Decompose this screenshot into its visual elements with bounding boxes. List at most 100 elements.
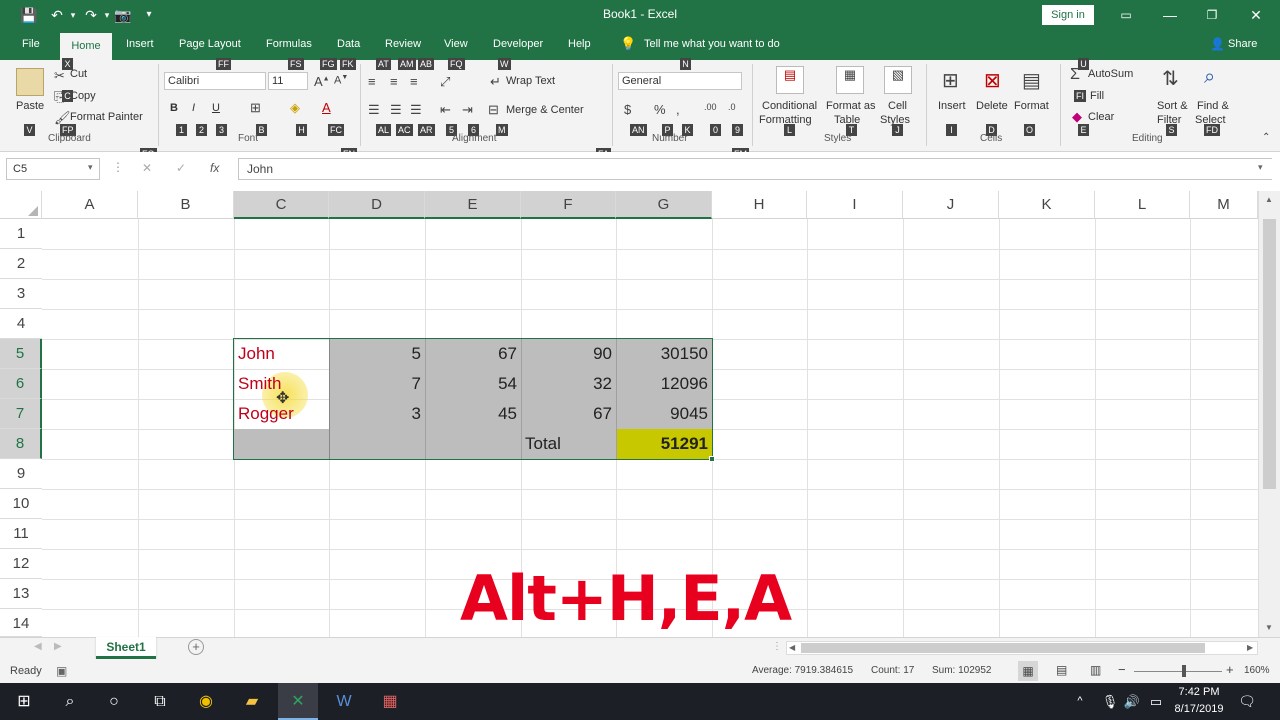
sort-filter-icon[interactable]: ⇅ — [1162, 66, 1179, 91]
fill-button[interactable]: Fill — [1090, 90, 1104, 102]
cell-e7[interactable]: 45 — [425, 399, 521, 429]
decrease-decimal-icon[interactable]: .0 — [728, 102, 736, 112]
cell-e6[interactable]: 54 — [425, 369, 521, 399]
bold-button[interactable]: B — [170, 102, 178, 114]
zoom-out-icon[interactable]: − — [1118, 662, 1126, 677]
taskbar-time[interactable]: 7:42 PM — [1172, 686, 1226, 698]
conditional-formatting-button[interactable]: Conditional — [762, 100, 817, 112]
cell-f5[interactable]: 90 — [521, 339, 616, 369]
insert-cells-icon[interactable]: ⊞ — [942, 68, 959, 93]
orientation-icon[interactable]: ⤢ — [440, 74, 450, 90]
merge-icon[interactable]: ⊟ — [488, 102, 499, 118]
row-header-8[interactable]: 8 — [0, 429, 42, 459]
paste-button[interactable]: Paste — [16, 100, 44, 112]
wrap-text-icon[interactable]: ↵ — [490, 74, 501, 90]
font-size-select[interactable]: 11 — [268, 72, 308, 90]
page-layout-view-icon[interactable]: ▤ — [1056, 663, 1067, 677]
clear-button[interactable]: Clear — [1088, 111, 1114, 123]
apps-taskbar-icon[interactable]: ▦ — [370, 683, 410, 720]
cell-g8[interactable]: 51291 — [616, 429, 712, 459]
find-select-button[interactable]: Find & — [1197, 100, 1229, 112]
column-header-h[interactable]: H — [712, 191, 807, 219]
align-left-icon[interactable]: ☰ — [368, 102, 380, 118]
align-bottom-icon[interactable]: ≡ — [410, 74, 418, 89]
close-icon[interactable]: ✕ — [1246, 5, 1266, 25]
cell-f6[interactable]: 32 — [521, 369, 616, 399]
format-painter-button[interactable]: Format Painter — [70, 111, 143, 123]
format-cells-button[interactable]: Format — [1014, 100, 1049, 112]
minimize-icon[interactable]: — — [1160, 5, 1180, 25]
sign-in-button[interactable]: Sign in — [1042, 5, 1094, 25]
horizontal-scrollbar[interactable]: ◀ ▶ — [786, 641, 1258, 655]
column-header-m[interactable]: M — [1190, 191, 1258, 219]
scroll-right-icon[interactable]: ▶ — [1247, 643, 1253, 652]
tab-home[interactable]: Home — [60, 33, 112, 60]
vertical-scrollbar[interactable]: ▲ ▼ — [1258, 191, 1280, 637]
align-right-icon[interactable]: ☰ — [410, 102, 422, 118]
cell-e5[interactable]: 67 — [425, 339, 521, 369]
currency-icon[interactable]: $ — [624, 102, 631, 117]
cell-g6[interactable]: 12096 — [616, 369, 712, 399]
autosum-button[interactable]: AutoSum — [1088, 68, 1133, 80]
column-header-a[interactable]: A — [42, 191, 138, 219]
column-header-i[interactable]: I — [807, 191, 903, 219]
tab-file[interactable]: File — [22, 38, 40, 50]
cell-f7[interactable]: 67 — [521, 399, 616, 429]
cell-d5[interactable]: 5 — [329, 339, 425, 369]
tab-page-layout[interactable]: Page Layout — [179, 38, 241, 50]
file-explorer-icon[interactable]: ▰ — [232, 683, 272, 720]
network-icon[interactable]: ▭ — [1146, 683, 1166, 720]
scroll-left-icon[interactable]: ◀ — [789, 643, 795, 652]
copy-button[interactable]: Copy — [70, 90, 96, 102]
format-cells-icon[interactable]: ▤ — [1022, 68, 1041, 93]
conditional-formatting-icon[interactable]: ▤ — [776, 66, 804, 94]
zoom-slider-track[interactable] — [1134, 671, 1222, 672]
decrease-font-icon[interactable]: A▼ — [334, 74, 348, 87]
merge-center-button[interactable]: Merge & Center — [506, 104, 584, 116]
show-hidden-icons[interactable]: ^ — [1070, 683, 1090, 720]
share-icon[interactable]: 👤 — [1210, 37, 1225, 51]
column-header-g[interactable]: G — [616, 191, 712, 219]
align-middle-icon[interactable]: ≡ — [390, 74, 398, 89]
windows-start-icon[interactable]: ⊞ — [4, 683, 44, 720]
align-top-icon[interactable]: ≡ — [368, 74, 376, 89]
collapse-ribbon-icon[interactable]: ⌃ — [1262, 132, 1270, 143]
tab-developer[interactable]: Developer — [493, 38, 543, 50]
column-header-b[interactable]: B — [138, 191, 234, 219]
microphone-icon[interactable]: 🎙 — [1100, 683, 1120, 720]
search-icon[interactable]: ⌕ — [50, 683, 90, 720]
expand-formula-bar-icon[interactable]: ▾ — [1258, 162, 1263, 173]
status-sum[interactable]: Sum: 102952 — [932, 665, 992, 676]
page-break-view-icon[interactable]: ▥ — [1090, 663, 1101, 677]
cell-g5[interactable]: 30150 — [616, 339, 712, 369]
tab-view[interactable]: View — [444, 38, 468, 50]
scroll-down-icon[interactable]: ▼ — [1265, 623, 1273, 632]
increase-indent-icon[interactable]: ⇥ — [462, 102, 473, 118]
column-header-j[interactable]: J — [903, 191, 999, 219]
wrap-text-button[interactable]: Wrap Text — [506, 75, 555, 87]
zoom-level[interactable]: 160% — [1244, 665, 1270, 676]
column-header-f[interactable]: F — [521, 191, 616, 219]
decrease-indent-icon[interactable]: ⇤ — [440, 102, 451, 118]
tab-review[interactable]: Review — [385, 38, 421, 50]
align-center-icon[interactable]: ☰ — [390, 102, 402, 118]
tell-me-search[interactable]: Tell me what you want to do — [644, 38, 780, 50]
insert-function-icon[interactable]: fx — [210, 161, 219, 175]
chrome-icon[interactable]: ◉ — [186, 683, 226, 720]
status-count[interactable]: Count: 17 — [871, 665, 914, 676]
cell-g7[interactable]: 9045 — [616, 399, 712, 429]
row-header-14[interactable]: 14 — [0, 609, 42, 637]
cell-styles-icon[interactable]: ▧ — [884, 66, 912, 94]
name-box[interactable]: C5 — [6, 158, 100, 180]
sort-filter-button[interactable]: Sort & — [1157, 100, 1188, 112]
column-header-e[interactable]: E — [425, 191, 521, 219]
row-header-1[interactable]: 1 — [0, 219, 42, 249]
restore-icon[interactable]: ❐ — [1202, 5, 1222, 25]
cortana-icon[interactable]: ○ — [94, 683, 134, 720]
cut-icon[interactable]: ✂ — [54, 68, 65, 84]
number-format-select[interactable]: General — [618, 72, 742, 90]
row-header-7[interactable]: 7 — [0, 399, 42, 429]
row-header-12[interactable]: 12 — [0, 549, 42, 579]
volume-icon[interactable]: 🔊 — [1122, 683, 1142, 720]
share-button[interactable]: Share — [1228, 38, 1257, 50]
